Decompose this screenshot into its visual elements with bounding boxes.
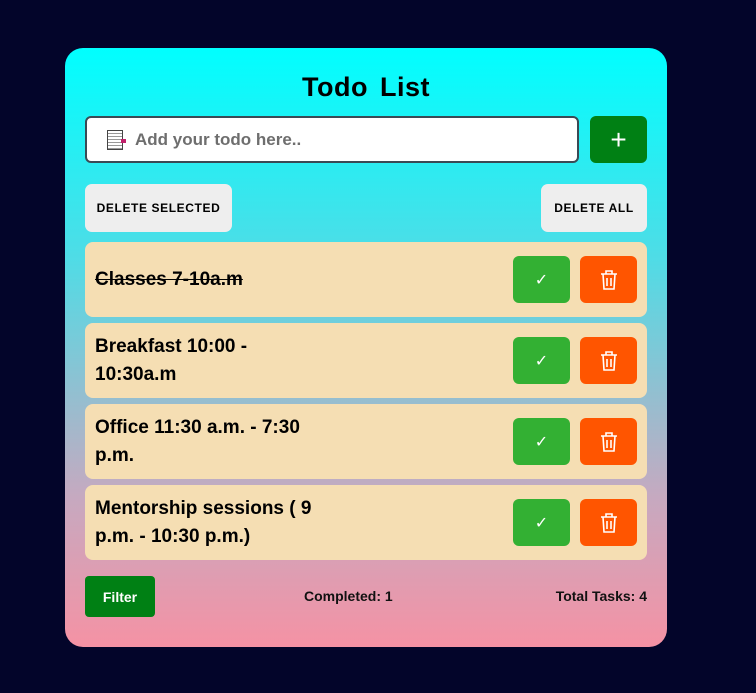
check-icon: ✓	[534, 514, 549, 532]
complete-button[interactable]: ✓	[513, 337, 570, 384]
total-tasks-count: Total Tasks: 4	[555, 588, 647, 604]
complete-button[interactable]: ✓	[513, 256, 570, 303]
todo-card: Todo List + DELETE SELECTED DELETE ALL C…	[65, 48, 667, 647]
trash-icon	[600, 350, 617, 371]
check-icon: ✓	[534, 433, 549, 451]
todo-item: Classes 7-10a.m ✓	[85, 242, 647, 317]
delete-button[interactable]	[580, 499, 637, 546]
completed-count: Completed: 1	[304, 588, 393, 604]
complete-button[interactable]: ✓	[513, 499, 570, 546]
todo-input[interactable]	[133, 128, 557, 151]
delete-button[interactable]	[580, 337, 637, 384]
add-todo-button[interactable]: +	[590, 116, 647, 163]
todo-input-wrapper	[85, 116, 579, 163]
trash-icon	[600, 269, 617, 290]
todo-item: Office 11:30 a.m. - 7:30 p.m. ✓	[85, 404, 647, 479]
check-icon: ✓	[534, 352, 549, 370]
check-icon: ✓	[534, 271, 549, 289]
complete-button[interactable]: ✓	[513, 418, 570, 465]
delete-button[interactable]	[580, 418, 637, 465]
delete-all-button[interactable]: DELETE ALL	[541, 184, 647, 232]
todo-text: Breakfast 10:00 - 10:30a.m	[95, 335, 248, 385]
page-title: Todo List	[302, 72, 430, 102]
delete-button[interactable]	[580, 256, 637, 303]
todo-item: Breakfast 10:00 - 10:30a.m ✓	[85, 323, 647, 398]
document-icon	[107, 129, 126, 150]
trash-icon	[600, 512, 617, 533]
delete-selected-button[interactable]: DELETE SELECTED	[85, 184, 232, 232]
todo-text: Office 11:30 a.m. - 7:30 p.m.	[95, 416, 300, 466]
trash-icon	[600, 431, 617, 452]
todo-item: Mentorship sessions ( 9 p.m. - 10:30 p.m…	[85, 485, 647, 560]
todo-text: Classes 7-10a.m	[95, 268, 243, 290]
filter-button[interactable]: Filter	[85, 576, 155, 617]
todo-text: Mentorship sessions ( 9 p.m. - 10:30 p.m…	[95, 497, 312, 547]
